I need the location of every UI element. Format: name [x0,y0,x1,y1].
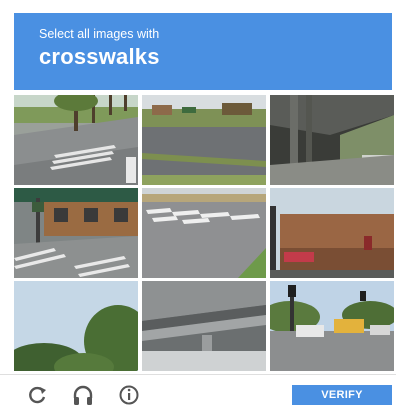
image-tile-7[interactable] [14,281,138,371]
info-button[interactable] [118,384,140,405]
image-tile-8[interactable] [142,281,266,371]
tile-image-crosswalk-markings [142,188,266,278]
challenge-instruction: Select all images with [39,27,160,41]
tile-image-storefront [14,188,138,278]
challenge-target: crosswalks [39,44,160,69]
tile-image-brick-building [270,188,394,278]
image-tile-4[interactable] [14,188,138,278]
reload-icon [29,386,46,404]
info-icon [119,385,139,405]
reload-button[interactable] [26,384,48,405]
image-tile-2[interactable] [142,95,266,185]
tile-image-intersection [270,281,394,371]
verify-button[interactable]: VERIFY [292,385,392,405]
image-tile-1[interactable] [14,95,138,185]
tile-image-trees [14,281,138,371]
headphones-icon [73,385,93,405]
challenge-header: Select all images with crosswalks [14,13,392,90]
tile-image-bridge [270,95,394,185]
audio-challenge-button[interactable] [72,384,94,405]
tile-image-street-crosswalk [14,95,138,185]
captcha-footer: VERIFY [0,374,396,405]
image-tile-5[interactable] [142,188,266,278]
image-tile-6[interactable] [270,188,394,278]
image-tile-9[interactable] [270,281,394,371]
tile-image-overpass [142,281,266,371]
tile-image-road-median [142,95,266,185]
captcha-frame: Select all images with crosswalks VERIFY [0,0,396,405]
image-tile-3[interactable] [270,95,394,185]
image-grid [14,95,394,372]
